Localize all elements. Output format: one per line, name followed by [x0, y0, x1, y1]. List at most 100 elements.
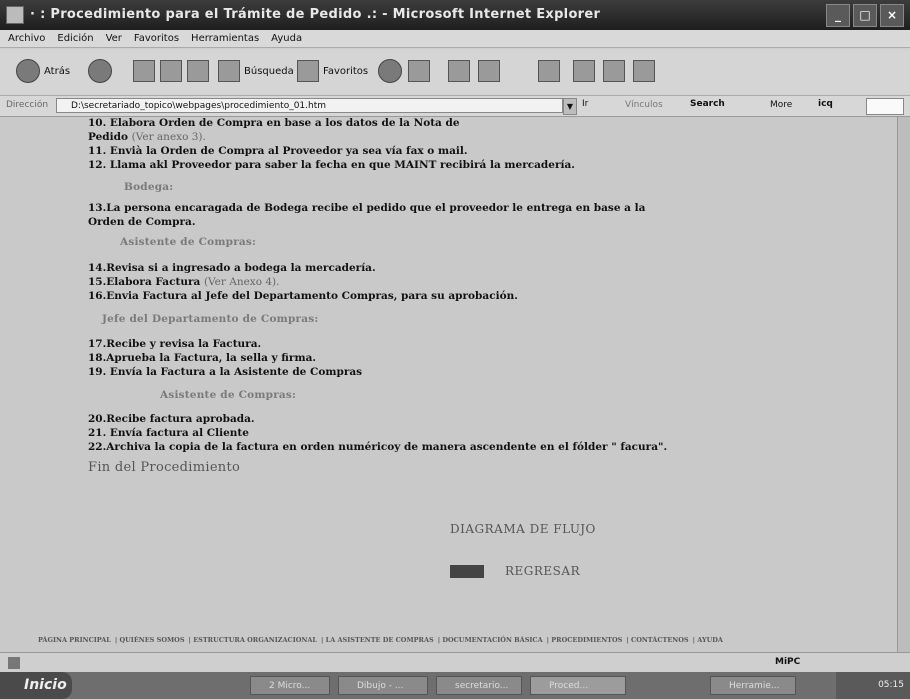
step-21: 21. Envía factura al Cliente — [88, 427, 249, 439]
refresh-button[interactable] — [160, 58, 182, 84]
favorites-label: Favoritos — [323, 65, 369, 77]
regresar-link[interactable]: REGRESAR — [505, 564, 580, 578]
footer-nav: PÁGINA PRINCIPAL | QUIÉNES SOMOS | ESTRUCT… — [38, 636, 723, 644]
forward-button[interactable] — [88, 58, 112, 84]
search-toolbar-button[interactable]: Search — [690, 99, 725, 109]
home-icon — [187, 60, 209, 82]
back-button[interactable]: Atrás — [16, 58, 70, 84]
menu-ver[interactable]: Ver — [106, 33, 122, 44]
search-icon — [218, 60, 240, 82]
messenger-button[interactable] — [538, 58, 560, 84]
footer-link-contactenos[interactable]: CONTÁCTENOS — [631, 636, 689, 644]
back-arrow-icon — [16, 59, 40, 83]
footer-link-estructura[interactable]: ESTRUCTURA ORGANIZACIONAL — [193, 636, 317, 644]
page-icon — [8, 657, 20, 669]
footer-link-procedimientos[interactable]: PROCEDIMIENTOS — [551, 636, 622, 644]
footer-link-principal[interactable]: PÁGINA PRINCIPAL — [38, 636, 111, 644]
page-content: 10. Elabora Orden de Compra en base a lo… — [0, 117, 898, 652]
step-13: 13.La persona encaragada de Bodega recib… — [88, 202, 646, 214]
step-17: 17.Recibe y revisa la Factura. — [88, 338, 262, 350]
footer-link-documentacion[interactable]: DOCUMENTACIÓN BÁSICA — [442, 636, 542, 644]
search-button[interactable]: Búsqueda — [218, 58, 294, 84]
step-16: 16.Envia Factura al Jefe del Departament… — [88, 290, 518, 302]
anexo-3-link[interactable]: (Ver anexo 3). — [132, 131, 206, 143]
step-10-text: Pedido — [88, 131, 128, 143]
address-label: Dirección — [6, 100, 49, 110]
heading-jefe-compras: Jefe del Departamento de Compras: — [102, 313, 319, 325]
menu-favoritos[interactable]: Favoritos — [134, 33, 179, 44]
research-icon — [573, 60, 595, 82]
step-11: 11. Envià la Orden de Compra al Proveedo… — [88, 145, 468, 157]
menu-bar: Archivo Edición Ver Favoritos Herramient… — [0, 30, 910, 48]
research-button[interactable] — [573, 58, 595, 84]
maximize-button[interactable]: □ — [853, 4, 877, 27]
window-title: · : Procedimiento para el Trámite de Ped… — [30, 7, 601, 22]
step-13-cont: Orden de Compra. — [88, 216, 196, 228]
heading-asistente-compras-1: Asistente de Compras: — [120, 236, 257, 248]
fin-procedimiento: Fin del Procedimiento — [88, 460, 241, 475]
tool-button-1[interactable] — [603, 58, 625, 84]
step-19: 19. Envía la Factura a la Asistente de C… — [88, 366, 363, 378]
tool-icon — [603, 60, 625, 82]
tool-icon — [633, 60, 655, 82]
minimize-button[interactable]: _ — [826, 4, 850, 27]
step-15-text: 15.Elabora Factura — [88, 276, 201, 288]
step-12: 12. Llama akl Proveedor para saber la fe… — [88, 159, 575, 171]
diagrama-flujo-link[interactable]: DIAGRAMA DE FLUJO — [450, 522, 596, 536]
system-tray-clock: 05:15 — [836, 672, 910, 699]
print-button[interactable] — [448, 58, 470, 84]
tool-button-2[interactable] — [633, 58, 655, 84]
status-bar: MiPC — [0, 652, 910, 673]
edit-button[interactable] — [478, 58, 500, 84]
menu-archivo[interactable]: Archivo — [8, 33, 45, 44]
more-button[interactable]: More — [770, 100, 792, 110]
star-icon — [297, 60, 319, 82]
stop-icon — [133, 60, 155, 82]
home-button[interactable] — [187, 58, 209, 84]
history-button[interactable] — [378, 58, 402, 84]
footer-link-ayuda[interactable]: AYUDA — [697, 636, 723, 644]
close-button[interactable]: × — [880, 4, 904, 27]
browser-window: · : Procedimiento para el Trámite de Ped… — [0, 0, 910, 699]
security-zone: MiPC — [775, 657, 801, 667]
step-20: 20.Recibe factura aprobada. — [88, 413, 255, 425]
heading-asistente-compras-2: Asistente de Compras: — [160, 389, 297, 401]
footer-link-asistente[interactable]: LA ASISTENTE DE COMPRAS — [326, 636, 434, 644]
ie-icon — [6, 6, 24, 24]
step-15: 15.Elabora Factura (Ver Anexo 4). — [88, 276, 280, 288]
vertical-scrollbar[interactable] — [897, 117, 910, 652]
taskbar-item-2[interactable]: Dibujo - ... — [338, 676, 428, 695]
taskbar-item-1[interactable]: 2 Micro... — [250, 676, 330, 695]
taskbar: Inicio 2 Micro... Dibujo - ... secretari… — [0, 672, 910, 699]
back-arrow-icon[interactable] — [450, 565, 484, 578]
step-10-cont: Pedido (Ver anexo 3). — [88, 131, 206, 143]
icq-search-input[interactable] — [866, 98, 904, 115]
back-label: Atrás — [44, 65, 71, 77]
search-label: Búsqueda — [244, 65, 294, 77]
forward-arrow-icon — [88, 59, 112, 83]
taskbar-item-4[interactable]: Proced... — [530, 676, 626, 695]
mail-button[interactable] — [408, 58, 430, 84]
mail-icon — [408, 60, 430, 82]
anexo-4-link[interactable]: (Ver Anexo 4). — [204, 276, 280, 288]
menu-ayuda[interactable]: Ayuda — [271, 33, 302, 44]
footer-link-quienes[interactable]: QUIÉNES SOMOS — [119, 636, 184, 644]
menu-edicion[interactable]: Edición — [57, 33, 93, 44]
heading-bodega: Bodega: — [124, 181, 174, 193]
icq-button[interactable]: icq — [818, 99, 833, 109]
address-input[interactable]: D:\secretariado_topico\webpages\procedim… — [56, 98, 563, 113]
menu-herramientas[interactable]: Herramientas — [191, 33, 259, 44]
links-label[interactable]: Vínculos — [625, 100, 663, 110]
step-22: 22.Archiva la copia de la factura en ord… — [88, 441, 668, 453]
stop-button[interactable] — [133, 58, 155, 84]
start-button[interactable]: Inicio — [0, 672, 72, 699]
address-dropdown-icon[interactable]: ▼ — [563, 98, 577, 115]
edit-icon — [478, 60, 500, 82]
taskbar-item-5[interactable]: Herramie... — [710, 676, 796, 695]
messenger-icon — [538, 60, 560, 82]
step-18: 18.Aprueba la Factura, la sella y firma. — [88, 352, 317, 364]
taskbar-item-3[interactable]: secretario... — [436, 676, 522, 695]
go-button[interactable]: Ir — [582, 99, 588, 109]
favorites-button[interactable]: Favoritos — [297, 58, 368, 84]
address-bar: Dirección D:\secretariado_topico\webpage… — [0, 96, 910, 117]
